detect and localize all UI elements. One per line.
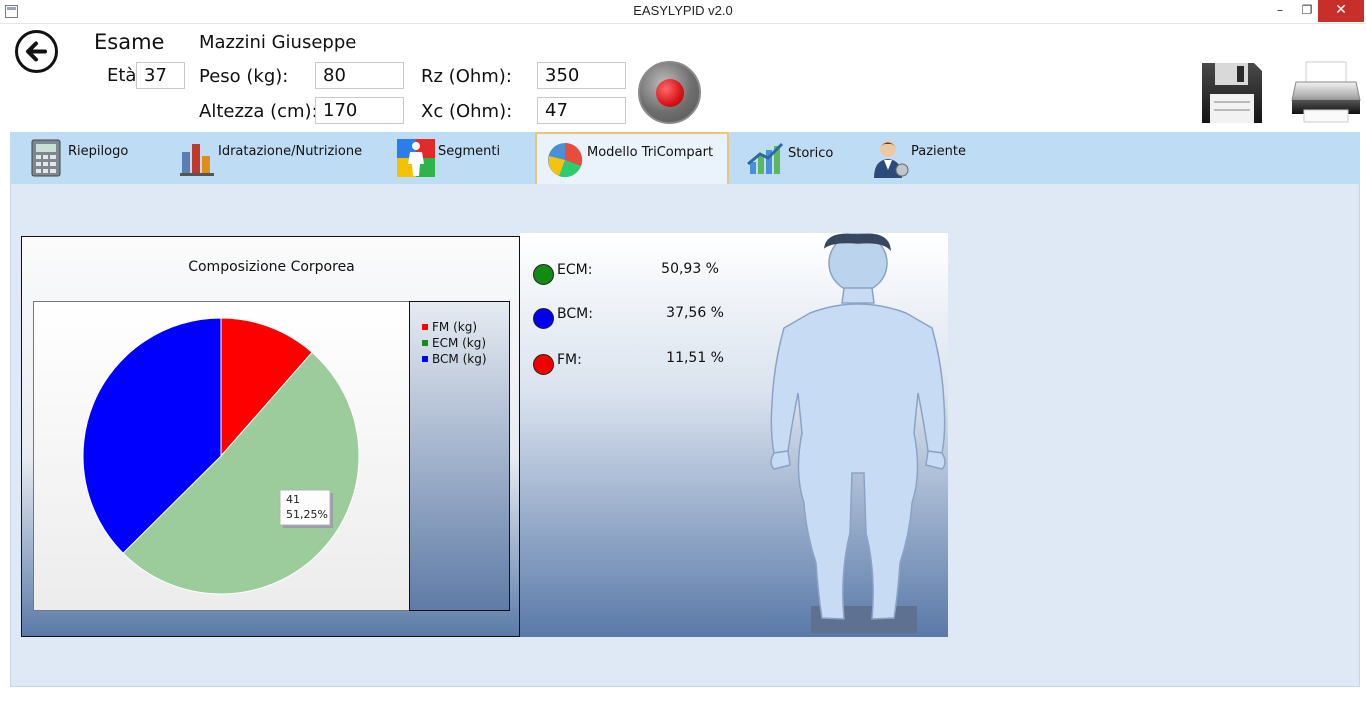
exam-label: Esame [94, 30, 165, 54]
ecm-label: ECM: [557, 262, 593, 278]
tab-idratazione-nutrizione[interactable]: Idratazione/Nutrizione [176, 132, 376, 184]
tab-segmenti[interactable]: Segmenti [394, 132, 524, 184]
pie-chart-icon [548, 142, 583, 178]
legend-label: BCM (kg) [432, 352, 487, 366]
tab-label: Storico [788, 146, 834, 161]
tab-riepilogo[interactable]: Riepilogo [28, 132, 168, 184]
bcm-label: BCM: [557, 306, 593, 322]
ecm-color-dot [533, 264, 554, 285]
fm-label: FM: [557, 352, 582, 368]
bcm-value: 37,56 % [666, 305, 724, 321]
fm-color-dot [533, 354, 554, 375]
patient-name: Mazzini Giuseppe [199, 32, 357, 53]
body-figure [770, 233, 946, 633]
legend-item-ecm: ECM (kg) [422, 336, 486, 350]
bar-chart-icon [180, 144, 214, 176]
rz-field[interactable]: 350 [537, 62, 626, 89]
fm-value: 11,51 % [666, 350, 724, 366]
tooltip-value: 41 [286, 493, 300, 506]
floppy-disk-icon [1202, 63, 1262, 123]
tab-paziente[interactable]: Paziente [868, 132, 988, 184]
slice-tooltip: 41 51,25% [279, 489, 333, 528]
tab-label: Paziente [911, 144, 966, 159]
back-button[interactable] [15, 30, 58, 73]
trend-chart-icon [747, 142, 784, 174]
record-button[interactable] [638, 61, 701, 124]
tab-label: Riepilogo [68, 144, 129, 159]
chart-legend: FM (kg) ECM (kg) BCM (kg) [409, 301, 510, 611]
tab-bar: Riepilogo Idratazione/Nutrizione Segment… [10, 132, 1360, 184]
age-field[interactable]: 37 [136, 62, 185, 89]
legend-swatch-bcm [422, 356, 428, 362]
patient-icon [874, 141, 909, 178]
body-segments-icon [397, 139, 435, 177]
plot-area: 41 51,25% [33, 301, 411, 611]
maximize-button[interactable]: ❐ [1293, 0, 1321, 22]
xc-label: Xc (Ohm): [421, 101, 513, 122]
legend-label: ECM (kg) [432, 336, 487, 350]
tab-storico[interactable]: Storico [744, 132, 854, 184]
xc-field[interactable]: 47 [537, 97, 626, 124]
weight-label: Peso (kg): [199, 66, 289, 87]
chart-title: Composizione Corporea [188, 259, 355, 275]
back-arrow-icon [26, 41, 47, 62]
title-bar: EASYLYPID v2.0 – ❐ ✕ [0, 0, 1366, 24]
human-body-icon [770, 233, 946, 620]
bcm-color-dot [533, 308, 554, 329]
body-panel [520, 233, 948, 637]
legend-swatch-fm [422, 324, 428, 330]
window-title: EASYLYPID v2.0 [633, 3, 733, 18]
height-label: Altezza (cm): [199, 101, 318, 122]
printer-icon [1291, 61, 1361, 123]
print-button[interactable] [1290, 60, 1362, 126]
rz-label: Rz (Ohm): [421, 66, 512, 87]
tab-label: Segmenti [438, 144, 501, 159]
tab-label: Idratazione/Nutrizione [218, 144, 363, 159]
pie-chart: 41 51,25% [82, 317, 360, 595]
tooltip-percent: 51,25% [286, 508, 328, 521]
tab-label: Modello TriCompart [587, 145, 714, 160]
ecm-value: 50,93 % [661, 261, 719, 277]
close-button[interactable]: ✕ [1318, 0, 1364, 22]
height-field[interactable]: 170 [315, 97, 404, 124]
legend-item-bcm: BCM (kg) [422, 352, 487, 366]
chart-panel: Composizione Corporea 41 51,25% FM (kg) E… [21, 236, 520, 637]
minimize-button[interactable]: – [1266, 0, 1294, 22]
legend-swatch-ecm [422, 340, 428, 346]
legend-item-fm: FM (kg) [422, 320, 477, 334]
calculator-icon [31, 139, 61, 177]
weight-field[interactable]: 80 [315, 62, 404, 89]
tab-modello-tricompart[interactable]: Modello TriCompart [535, 132, 729, 184]
legend-label: FM (kg) [432, 320, 477, 334]
save-button[interactable] [1199, 60, 1265, 126]
